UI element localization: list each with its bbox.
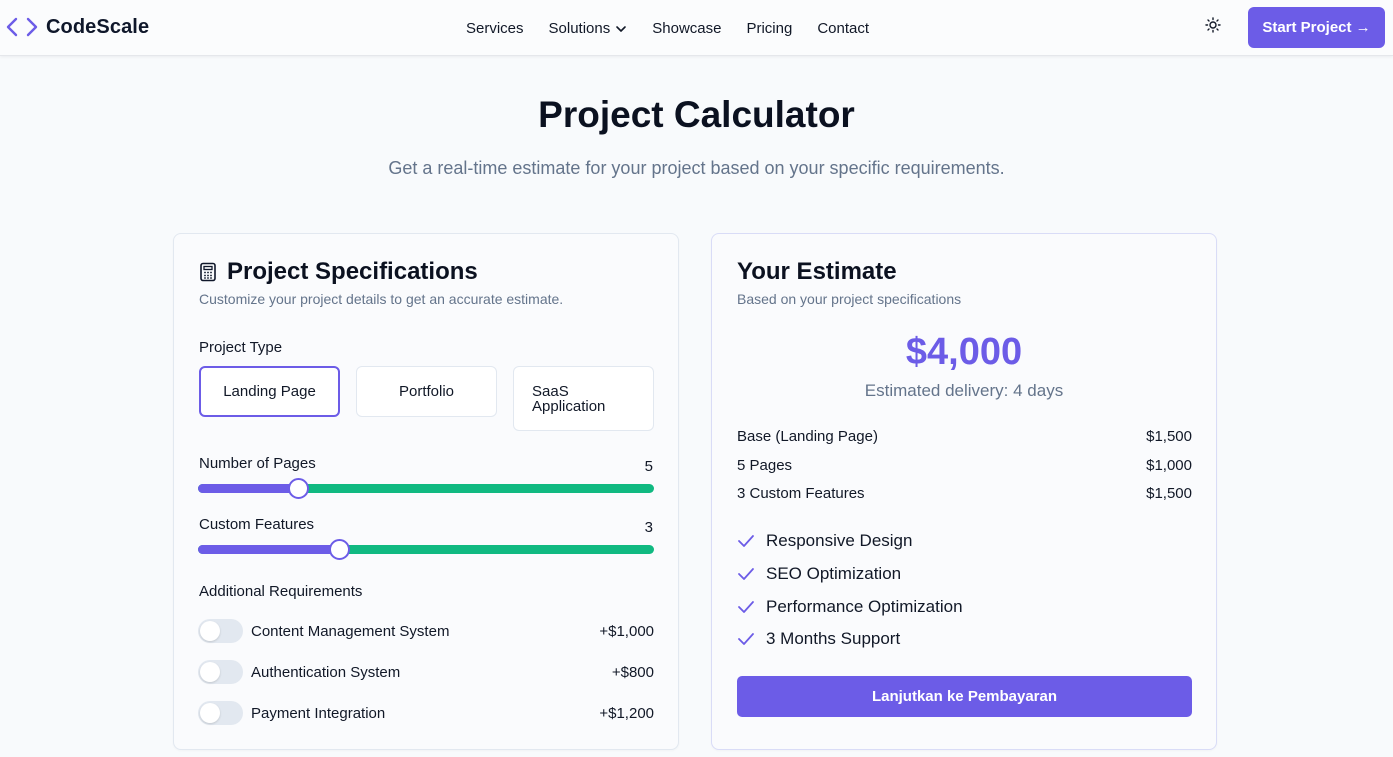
cms-price: +$1,000 <box>599 622 654 640</box>
nav-pricing-label: Pricing <box>746 19 793 37</box>
auth-label: Authentication System <box>251 663 401 681</box>
features-slider-fill <box>198 545 340 554</box>
page-title: Project Calculator <box>538 94 855 135</box>
estimate-price: $4,000 <box>905 331 1023 373</box>
features-label: Custom Features <box>199 516 315 533</box>
breakdown-row-features: 3 Custom Features $1,500 <box>737 485 1192 502</box>
sun-icon <box>1205 16 1221 38</box>
page-subtitle: Get a real-time estimate for your projec… <box>388 158 1005 178</box>
nav-showcase[interactable]: Showcase <box>652 20 721 37</box>
brand-logo[interactable]: CodeScale <box>6 14 149 40</box>
auth-toggle[interactable] <box>198 660 243 684</box>
auth-price: +$800 <box>611 663 654 681</box>
included-item: SEO Optimization <box>737 564 901 584</box>
theme-toggle-button[interactable] <box>1202 16 1224 38</box>
included-item: 3 Months Support <box>737 629 900 649</box>
breakdown-pages-label: 5 Pages <box>737 457 793 474</box>
additional-requirements-label: Additional Requirements <box>199 583 363 600</box>
payment-toggle[interactable] <box>198 701 243 725</box>
nav-contact-label: Contact <box>817 19 870 37</box>
breakdown-features-amount: $1,500 <box>1146 485 1192 502</box>
auth-toggle-knob <box>200 662 220 682</box>
brand-name: CodeScale <box>46 15 150 38</box>
breakdown-base-amount: $1,500 <box>1146 428 1192 445</box>
start-project-button[interactable]: Start Project → <box>1248 7 1385 48</box>
estimate-description: Based on your project specifications <box>737 291 962 307</box>
check-icon <box>737 632 766 646</box>
top-navbar: CodeScale Services Solutions Showcase Pr… <box>0 0 1393 56</box>
cms-label: Content Management System <box>251 622 450 640</box>
breakdown-row-base: Base (Landing Page) $1,500 <box>737 428 1192 445</box>
included-label: 3 Months Support <box>766 629 901 648</box>
type-saas-application-button[interactable]: SaaS Application <box>513 366 654 431</box>
type-landing-page-button[interactable]: Landing Page <box>199 366 340 417</box>
check-icon <box>737 567 766 581</box>
included-item: Responsive Design <box>737 531 912 551</box>
payment-toggle-knob <box>200 703 220 723</box>
check-icon <box>737 600 766 614</box>
features-slider-thumb[interactable] <box>329 539 351 560</box>
estimate-delivery: Estimated delivery: 4 days <box>864 381 1064 400</box>
type-portfolio-button[interactable]: Portfolio <box>356 366 497 417</box>
project-type-label: Project Type <box>199 339 283 356</box>
nav-solutions-label: Solutions <box>548 19 611 37</box>
pages-label: Number of Pages <box>199 455 316 472</box>
main-nav: Services Solutions Showcase Pricing Cont… <box>466 18 869 38</box>
proceed-payment-button[interactable]: Lanjutkan ke Pembayaran <box>737 676 1192 717</box>
nav-pricing[interactable]: Pricing <box>746 20 792 37</box>
breakdown-base-label: Base (Landing Page) <box>737 428 878 445</box>
requirement-cms-row: Content Management System +$1,000 <box>198 618 654 644</box>
chevron-down-icon <box>615 20 627 37</box>
payment-price: +$1,200 <box>599 704 654 722</box>
features-value: 3 <box>644 519 653 536</box>
pages-slider[interactable] <box>198 478 654 499</box>
specs-description: Customize your project details to get an… <box>199 291 564 307</box>
check-icon <box>737 534 766 548</box>
type-saas-application-label: SaaS Application <box>532 382 606 415</box>
cms-toggle[interactable] <box>198 619 243 643</box>
breakdown-features-label: 3 Custom Features <box>737 485 865 502</box>
nav-contact[interactable]: Contact <box>817 20 869 37</box>
breakdown-pages-amount: $1,000 <box>1146 457 1192 474</box>
features-slider[interactable] <box>198 539 654 560</box>
requirement-auth-row: Authentication System +$800 <box>198 659 654 685</box>
pages-slider-thumb[interactable] <box>288 478 310 499</box>
nav-showcase-label: Showcase <box>652 19 722 37</box>
nav-services-label: Services <box>466 19 524 37</box>
included-label: Performance Optimization <box>766 597 963 616</box>
code-brackets-icon <box>6 16 38 38</box>
cms-toggle-knob <box>200 621 220 641</box>
requirement-payment-row: Payment Integration +$1,200 <box>198 700 654 726</box>
included-item: Performance Optimization <box>737 597 963 617</box>
breakdown-row-pages: 5 Pages $1,000 <box>737 457 1192 474</box>
specs-title: Project Specifications <box>227 258 478 285</box>
pages-value: 5 <box>644 458 653 475</box>
estimate-card: Your Estimate Based on your project spec… <box>711 233 1217 750</box>
project-specifications-card: Project Specifications Customize your pr… <box>173 233 679 750</box>
nav-services[interactable]: Services <box>466 20 524 37</box>
pages-slider-fill <box>198 484 299 493</box>
specs-heading: Project Specifications <box>199 258 478 286</box>
included-label: Responsive Design <box>766 531 913 550</box>
type-portfolio-label: Portfolio <box>398 383 455 400</box>
type-landing-page-label: Landing Page <box>223 383 316 400</box>
calculator-icon <box>199 262 217 282</box>
payment-label: Payment Integration <box>251 704 386 722</box>
included-label: SEO Optimization <box>766 564 902 583</box>
nav-solutions[interactable]: Solutions <box>549 20 628 37</box>
estimate-title: Your Estimate <box>737 258 897 285</box>
